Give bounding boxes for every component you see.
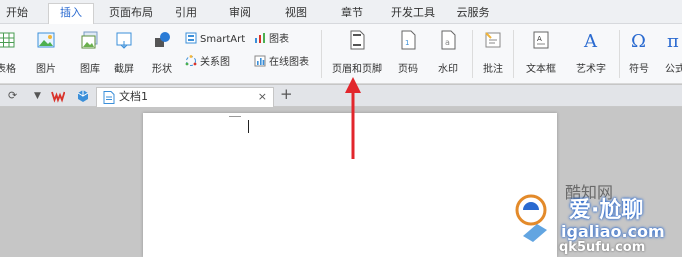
ribbon-separator — [472, 30, 473, 78]
shape-button[interactable]: 形状 — [142, 30, 182, 78]
tab-chapter[interactable]: 章节 — [334, 4, 370, 24]
smartart-button[interactable]: SmartArt — [185, 32, 245, 48]
watermark-line1: 爱·尬聊 — [569, 198, 644, 223]
page-number-button[interactable]: 1 页码 — [390, 30, 426, 78]
dropdown-arrow-icon[interactable]: ▼ — [34, 89, 41, 103]
svg-text:Ω: Ω — [631, 31, 646, 50]
watermark-line2: igaliao.com — [561, 222, 665, 241]
header-footer-button[interactable]: 页眉和页脚 — [328, 30, 386, 78]
table-icon — [0, 32, 15, 48]
wordart-icon: A — [583, 31, 598, 50]
textbox-icon: A — [533, 31, 549, 49]
wordart-button[interactable]: A 艺术字 — [566, 30, 616, 78]
formula-button[interactable]: π 公式 — [660, 30, 682, 78]
svg-text:A: A — [537, 35, 542, 43]
tab-page-layout[interactable]: 页面布局 — [104, 4, 158, 24]
tab-cloud[interactable]: 云服务 — [450, 4, 496, 24]
picture-icon — [37, 32, 55, 48]
document-icon — [103, 91, 115, 104]
svg-text:π: π — [667, 31, 679, 50]
tab-home[interactable]: 开始 — [0, 4, 34, 24]
textbox-button[interactable]: A 文本框 — [518, 30, 564, 78]
comment-icon — [485, 32, 501, 48]
relation-chart-button[interactable]: 关系图 — [185, 55, 230, 71]
document-tab-title: 文档1 — [119, 90, 148, 103]
screenshot-icon — [116, 32, 132, 49]
document-tab[interactable]: 文档1 × — [96, 87, 274, 107]
picture-button[interactable]: 图片 — [26, 30, 66, 78]
wps-logo-icon[interactable] — [51, 89, 65, 103]
comment-button[interactable]: 批注 — [476, 30, 510, 78]
margin-corner-mark — [229, 116, 241, 117]
shape-icon — [155, 32, 170, 47]
chart-button[interactable]: 图表 — [254, 32, 289, 48]
watermark-line3: qk5ufu.com — [559, 240, 646, 255]
close-tab-icon[interactable]: × — [258, 88, 267, 106]
tab-insert[interactable]: 插入 — [48, 3, 94, 25]
tab-developer[interactable]: 开发工具 — [386, 4, 440, 24]
refresh-icon[interactable]: ⟳ — [8, 89, 17, 103]
tab-references[interactable]: 引用 — [168, 4, 204, 24]
gallery-icon — [81, 31, 98, 49]
tab-review[interactable]: 审阅 — [222, 4, 258, 24]
menu-bar: 开始 插入 页面布局 引用 审阅 视图 章节 开发工具 云服务 — [0, 0, 682, 25]
table-button[interactable]: 表格 — [0, 30, 20, 78]
site-watermark: 酷知网 爱·尬聊 igaliao.com qk5ufu.com — [513, 176, 682, 257]
smartart-icon — [185, 32, 197, 44]
relation-icon — [185, 55, 197, 66]
watermark-icon: a — [441, 30, 456, 50]
page-number-icon: 1 — [401, 30, 416, 50]
watermark-button[interactable]: a 水印 — [428, 30, 468, 78]
symbol-button[interactable]: Ω 符号 — [620, 30, 658, 78]
omega-icon: Ω — [631, 31, 646, 50]
red-arrow-annotation — [345, 77, 361, 159]
cube-icon[interactable] — [76, 89, 90, 103]
svg-text:A: A — [583, 31, 598, 50]
new-tab-icon[interactable]: + — [280, 87, 293, 102]
online-chart-button[interactable]: 在线图表 — [254, 55, 309, 71]
ribbon-separator — [513, 30, 514, 78]
header-footer-icon — [350, 30, 365, 50]
svg-text:1: 1 — [405, 39, 409, 47]
pi-icon: π — [667, 31, 679, 50]
tab-view[interactable]: 视图 — [278, 4, 314, 24]
wps-writer-window: 开始 插入 页面布局 引用 审阅 视图 章节 开发工具 云服务 表格 图片 图库… — [0, 0, 682, 257]
screenshot-button[interactable]: 截屏 — [104, 30, 144, 78]
text-cursor — [248, 120, 249, 133]
online-chart-icon — [254, 55, 266, 67]
svg-text:a: a — [445, 38, 450, 47]
chart-icon — [255, 33, 265, 43]
ribbon-separator — [321, 30, 322, 78]
